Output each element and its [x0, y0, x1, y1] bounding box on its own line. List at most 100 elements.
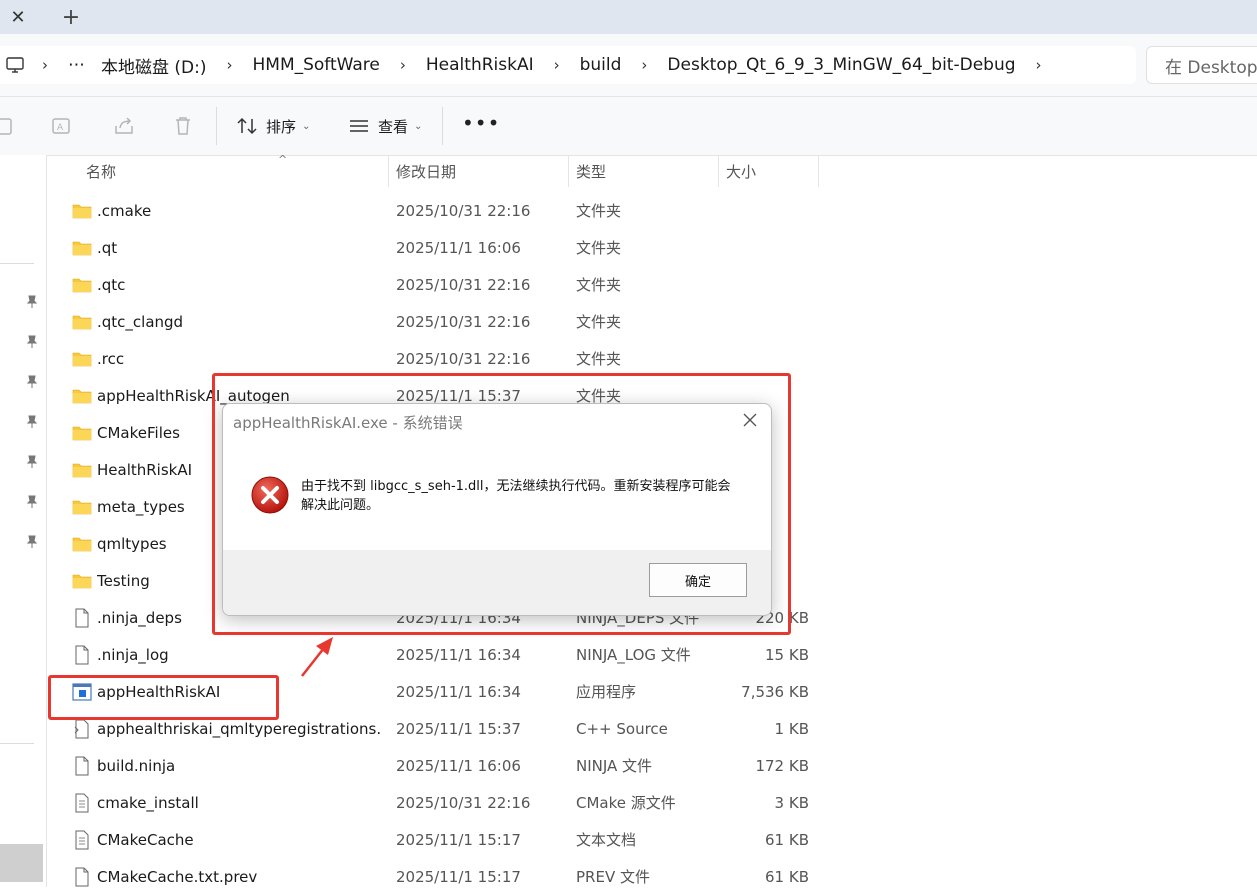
chevron-right-icon[interactable]: › [388, 56, 418, 74]
delete-icon[interactable] [171, 114, 195, 138]
column-header-date[interactable]: 修改日期 [396, 155, 456, 187]
pin-icon[interactable] [26, 295, 38, 309]
file-row[interactable]: .qt 2025/11/1 16:06 文件夹 [50, 229, 820, 266]
folder-icon [72, 201, 92, 221]
navigation-pane[interactable] [0, 155, 47, 887]
column-header-size[interactable]: 大小 [726, 155, 756, 187]
file-date: 2025/11/1 15:17 [396, 830, 521, 849]
file-row[interactable]: CMakeCache.txt.prev 2025/11/1 15:17 PREV 文… [50, 858, 820, 895]
view-button[interactable]: 查看 ⌄ [348, 113, 422, 139]
folder-icon [72, 386, 92, 406]
nav-divider [0, 743, 34, 744]
file-size: 15 KB [765, 645, 809, 664]
search-input[interactable]: 在 Desktop_ [1146, 46, 1257, 84]
highlight-box-dialog [212, 373, 791, 635]
chevron-right-icon[interactable]: › [542, 56, 572, 74]
column-divider[interactable] [818, 155, 819, 187]
file-type: 应用程序 [576, 683, 637, 701]
column-divider[interactable] [568, 155, 569, 187]
breadcrumb-more[interactable]: ⋯ [60, 55, 93, 75]
breadcrumb[interactable]: › ⋯ 本地磁盘 (D:) › HMM_SoftWare › HealthRis… [0, 46, 1136, 84]
file-type: PREV 文件 [576, 868, 650, 886]
file-date: 2025/11/1 16:06 [396, 756, 521, 775]
folder-icon [72, 497, 92, 517]
column-divider[interactable] [388, 155, 389, 187]
file-name: .rcc [97, 349, 125, 368]
file-icon [72, 867, 92, 887]
file-row[interactable]: CMakeCache 2025/11/1 15:17 文本文档 61 KB [50, 821, 820, 858]
text-file-icon [72, 793, 92, 813]
chevron-right-icon[interactable]: › [215, 56, 245, 74]
close-tab-icon[interactable]: ✕ [0, 0, 36, 34]
command-bar: A 排序 ⌄ 查看 ⌄ ••• [0, 97, 1257, 156]
file-type: NINJA 文件 [576, 757, 653, 775]
file-type: C++ Source [576, 719, 668, 738]
file-size: 3 KB [774, 793, 809, 812]
rename-icon[interactable]: A [50, 114, 74, 138]
more-options-button[interactable]: ••• [462, 111, 500, 135]
pin-icon[interactable] [26, 495, 38, 509]
column-header-type[interactable]: 类型 [576, 155, 606, 187]
folder-icon [72, 571, 92, 591]
file-date: 2025/10/31 22:16 [396, 349, 531, 368]
new-tab-button[interactable]: + [56, 0, 86, 34]
folder-icon [72, 460, 92, 480]
chevron-right-icon[interactable]: › [1024, 56, 1054, 74]
breadcrumb-healthriskai[interactable]: HealthRiskAI [418, 55, 542, 75]
computer-icon[interactable] [0, 56, 30, 74]
folder-icon [72, 349, 92, 369]
folder-icon [72, 534, 92, 554]
file-row[interactable]: .rcc 2025/10/31 22:16 文件夹 [50, 340, 820, 377]
file-date: 2025/10/31 22:16 [396, 312, 531, 331]
sort-button[interactable]: 排序 ⌄ [236, 113, 310, 139]
file-type: 文件夹 [576, 239, 622, 257]
chevron-right-icon[interactable]: › [30, 56, 60, 74]
folder-icon [72, 423, 92, 443]
file-type: NINJA_LOG 文件 [576, 646, 691, 664]
view-label: 查看 [378, 117, 409, 136]
chevron-right-icon[interactable]: › [629, 56, 659, 74]
file-size: 7,536 KB [741, 682, 809, 701]
folder-icon [72, 312, 92, 332]
chevron-down-icon: ⌄ [302, 120, 311, 132]
file-name: cmake_install [97, 793, 199, 812]
file-row[interactable]: .cmake 2025/10/31 22:16 文件夹 [50, 192, 820, 229]
breadcrumb-desktop-qt[interactable]: Desktop_Qt_6_9_3_MinGW_64_bit-Debug [659, 55, 1023, 75]
file-icon [72, 645, 92, 665]
highlight-box-exe [48, 675, 279, 720]
pin-icon[interactable] [26, 335, 38, 349]
file-date: 2025/10/31 22:16 [396, 201, 531, 220]
file-name: .qtc [97, 275, 126, 294]
nav-scrollbar-thumb[interactable] [0, 844, 43, 882]
pin-icon[interactable] [26, 535, 38, 549]
pin-icon[interactable] [26, 415, 38, 429]
file-size: 61 KB [765, 830, 809, 849]
file-date: 2025/11/1 16:34 [396, 682, 521, 701]
breadcrumb-hmm-software[interactable]: HMM_SoftWare [245, 55, 388, 75]
paste-icon[interactable] [0, 114, 18, 138]
sort-icon [237, 117, 257, 135]
pin-icon[interactable] [26, 455, 38, 469]
breadcrumb-drive[interactable]: 本地磁盘 (D:) [93, 53, 215, 78]
view-icon [350, 120, 368, 132]
share-icon[interactable] [112, 114, 136, 138]
file-row[interactable]: .ninja_log 2025/11/1 16:34 NINJA_LOG 文件 15 … [50, 636, 820, 673]
pin-icon[interactable] [26, 375, 38, 389]
file-date: 2025/11/1 16:06 [396, 238, 521, 257]
breadcrumb-build[interactable]: build [572, 55, 630, 75]
file-row[interactable]: .qtc 2025/10/31 22:16 文件夹 [50, 266, 820, 303]
file-row[interactable]: cmake_install 2025/10/31 22:16 CMake 源文件 3 … [50, 784, 820, 821]
folder-icon [72, 275, 92, 295]
file-type: 文件夹 [576, 202, 622, 220]
file-size: 1 KB [774, 719, 809, 738]
file-row[interactable]: build.ninja 2025/11/1 16:06 NINJA 文件 172 KB [50, 747, 820, 784]
file-date: 2025/11/1 15:17 [396, 867, 521, 886]
text-file-icon [72, 830, 92, 850]
file-name: CMakeCache.txt.prev [97, 867, 258, 886]
file-row[interactable]: .qtc_clangd 2025/10/31 22:16 文件夹 [50, 303, 820, 340]
column-divider[interactable] [718, 155, 719, 187]
column-header-name[interactable]: 名称 [86, 155, 116, 187]
file-name: .ninja_log [97, 645, 169, 664]
file-date: 2025/11/1 15:37 [396, 719, 521, 738]
column-header-row: ^ 名称 修改日期 类型 大小 [50, 153, 820, 187]
